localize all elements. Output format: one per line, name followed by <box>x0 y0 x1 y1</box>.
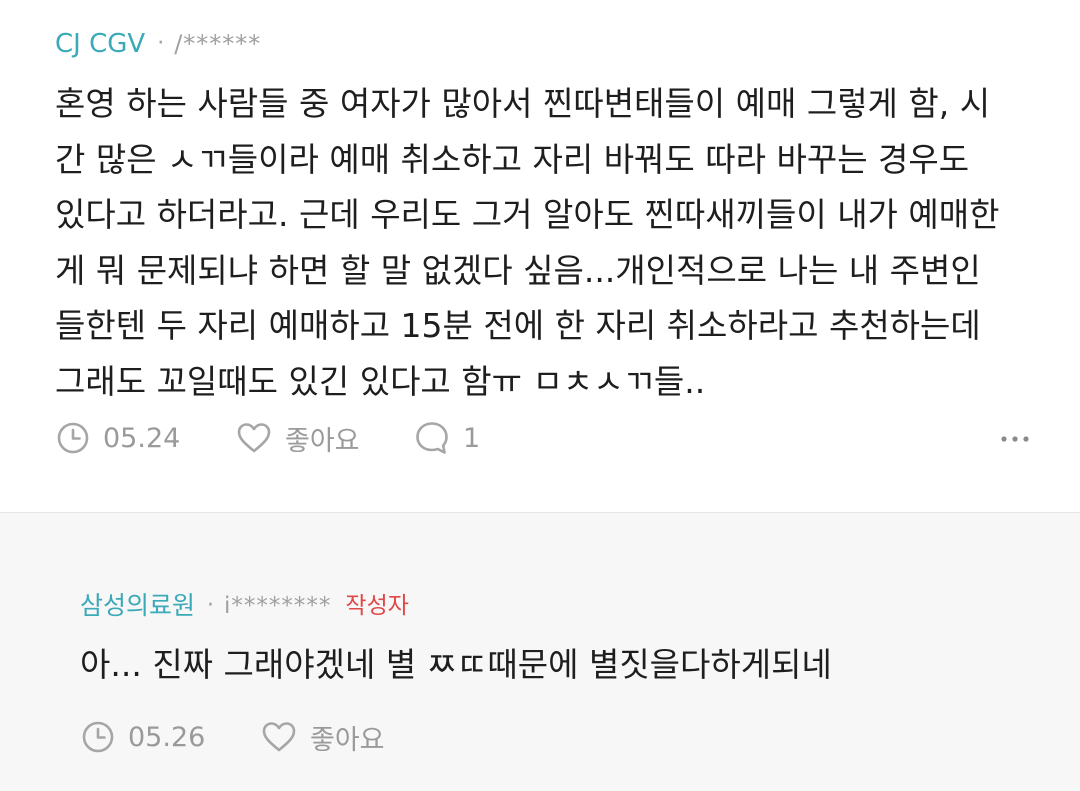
reply-date: 05.26 <box>128 721 206 753</box>
comment-body: 혼영 하는 사람들 중 여자가 많아서 찐따변태들이 예매 그렇게 함, 시 간… <box>55 76 1045 409</box>
meta-separator: · <box>207 593 215 618</box>
clock-icon <box>55 420 91 456</box>
speech-bubble-icon <box>413 419 451 457</box>
reply-actions: 05.26 좋아요 <box>80 715 438 759</box>
reply-date-info: 05.26 <box>80 719 260 755</box>
date-info: 05.24 <box>55 420 235 456</box>
reply: 삼성의료원 · i******** 작성자 아... 진짜 그래야겠네 별 ㅉㄸ… <box>0 512 1080 791</box>
comment-line: 있다고 하더라고. 근데 우리도 그거 알아도 찐따새끼들이 내가 예매한 <box>55 195 1000 234</box>
like-label: 좋아요 <box>285 425 360 457</box>
comment-actions: 05.24 좋아요 1 <box>55 416 1040 460</box>
more-button[interactable] <box>998 422 1032 463</box>
reply-count: 1 <box>463 422 481 454</box>
comment-line: 게 뭐 문제되냐 하면 할 말 없겠다 싶음...개인적으로 나는 내 주변인 <box>55 250 981 290</box>
reply-like-label: 좋아요 <box>310 724 385 756</box>
reply-like-button[interactable]: 좋아요 <box>260 718 438 757</box>
reply-user-id: i******** <box>224 593 332 619</box>
reply-meta: 삼성의료원 · i******** 작성자 <box>80 591 409 621</box>
meta-separator: · <box>157 31 165 56</box>
clock-icon <box>80 719 116 755</box>
comment-line: 그래도 꼬일때도 있긴 있다고 함ㅠ ㅁㅊㅅㄲ들.. <box>55 361 706 401</box>
heart-icon <box>235 420 273 456</box>
comment-thread: CJ CGV · /****** 혼영 하는 사람들 중 여자가 많아서 찐따변… <box>0 0 1080 791</box>
user-id: /****** <box>174 30 262 58</box>
comment-meta: CJ CGV · /****** <box>55 28 261 60</box>
comment-line: 간 많은 ㅅㄲ들이라 예매 취소하고 자리 바꿔도 따라 바꾸는 경우도 <box>55 139 970 179</box>
heart-icon <box>260 719 298 755</box>
comment-line: 혼영 하는 사람들 중 여자가 많아서 찐따변태들이 예매 그렇게 함, 시 <box>55 84 991 123</box>
author-badge: 작성자 <box>345 593 409 619</box>
comment-date: 05.24 <box>103 422 181 454</box>
company-name[interactable]: CJ CGV <box>55 28 145 60</box>
like-button[interactable]: 좋아요 <box>235 419 413 458</box>
more-dots-icon <box>998 432 1032 463</box>
comment-line: 들한텐 두 자리 예매하고 15분 전에 한 자리 취소하라고 추천하는데 <box>55 306 981 345</box>
reply-button[interactable]: 1 <box>413 419 483 457</box>
reply-body: 아... 진짜 그래야겠네 별 ㅉㄸ때문에 별짓을다하게되네 <box>80 645 832 684</box>
reply-company-name[interactable]: 삼성의료원 <box>80 591 195 621</box>
comment: CJ CGV · /****** 혼영 하는 사람들 중 여자가 많아서 찐따변… <box>0 0 1080 512</box>
